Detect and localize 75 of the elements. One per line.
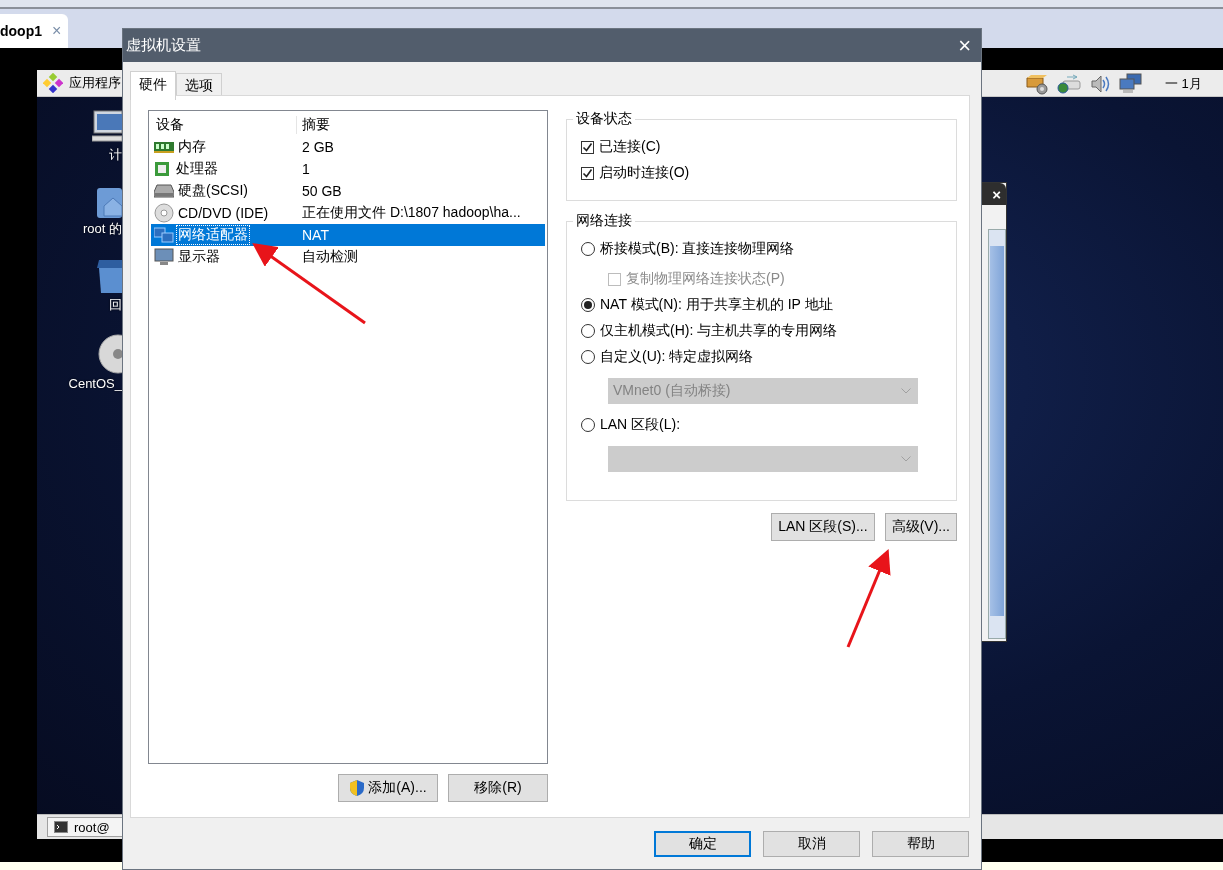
group-title: 网络连接 [573, 212, 635, 230]
tab[interactable]: 硬件 [130, 71, 176, 100]
table-row[interactable]: CD/DVD (IDE) 正在使用文件 D:\1807 hadoop\ha... [151, 202, 545, 224]
desktop-icon-label: 计 [109, 146, 122, 164]
chevron-down-icon [901, 456, 911, 462]
clock[interactable]: 一 1月 [1165, 75, 1202, 93]
button[interactable]: 确定 [654, 831, 751, 857]
check-icon [582, 167, 593, 179]
shield-icon [349, 779, 366, 797]
computer-icon[interactable] [92, 110, 122, 144]
network-globe-icon[interactable] [1057, 73, 1081, 95]
desktop-icon-label: CentOS_ [68, 376, 122, 391]
button[interactable]: LAN 区段(S)... [771, 513, 875, 541]
radio-button[interactable] [581, 324, 595, 338]
button[interactable]: 移除(R) [448, 774, 548, 802]
speaker-icon[interactable] [1089, 73, 1111, 95]
monitor-icon [154, 248, 174, 266]
network-computers-icon[interactable] [1119, 73, 1143, 95]
table-cell-text: 2 GB [301, 139, 334, 155]
table-cell-text: 1 [301, 161, 310, 177]
table-cell-text: NAT [301, 227, 329, 243]
table-cell-text: 正在使用文件 D:\1807 hadoop\ha... [301, 204, 521, 222]
radio-button[interactable] [581, 350, 595, 364]
option-label: 启动时连接(O) [599, 164, 690, 182]
table-cell-text: 50 GB [301, 183, 342, 199]
option-label: NAT 模式(N): 用于共享主机的 IP 地址 [600, 296, 833, 314]
terminal-icon [54, 821, 68, 833]
table-row[interactable]: 内存 2 GB [151, 136, 545, 158]
applications-menu[interactable]: 应用程序 [69, 74, 121, 92]
checkbox[interactable] [581, 140, 594, 154]
checkbox[interactable] [581, 166, 594, 180]
package-gear-icon[interactable] [1025, 73, 1049, 95]
button[interactable]: 帮助 [872, 831, 969, 857]
option-label: LAN 区段(L): [600, 416, 681, 434]
option-label: 桥接模式(B): 直接连接物理网络 [600, 240, 795, 258]
column-header[interactable]: 摘要 [297, 115, 330, 134]
chevron-down-icon [901, 388, 911, 394]
radio-button[interactable] [581, 242, 595, 256]
table-row[interactable]: 处理器 1 [151, 158, 545, 180]
check-icon [582, 141, 593, 153]
option-label: 已连接(C) [599, 138, 661, 156]
vm-tab[interactable]: doop1 × [0, 14, 68, 48]
button[interactable]: 高级(V)... [884, 513, 957, 541]
scrollbar[interactable] [988, 229, 1006, 639]
table-cell-text: 自动检测 [301, 248, 358, 266]
option-label: 自定义(U): 特定虚拟网络 [600, 348, 754, 366]
tab-close-button[interactable]: × [52, 22, 62, 40]
table-row[interactable]: 硬盘(SCSI) 50 GB [151, 180, 545, 202]
table-row[interactable]: 网络适配器 NAT [151, 224, 545, 246]
table-cell-text: CD/DVD (IDE) [177, 204, 270, 222]
desktop-icon-label: root 的 [83, 220, 122, 238]
table-cell-text: 处理器 [175, 159, 219, 178]
column-header[interactable]: 设备 [151, 115, 297, 134]
radio-button[interactable] [581, 298, 595, 312]
table-cell-text: 显示器 [177, 247, 221, 266]
network-adapter-icon [154, 226, 174, 244]
memory-icon [154, 141, 174, 153]
table-row[interactable]: 显示器 自动检测 [151, 246, 545, 268]
table-cell-text: 内存 [177, 137, 207, 156]
button[interactable]: 添加(A)... [338, 774, 438, 802]
disc-icon [154, 203, 174, 223]
window-title: 虚拟机设置 [126, 36, 201, 55]
chip-icon [154, 161, 172, 177]
button[interactable]: 取消 [763, 831, 860, 857]
close-button[interactable]: × [958, 34, 971, 57]
table-cell: 网络适配器 [176, 225, 250, 245]
tab[interactable]: 选项 [176, 73, 222, 97]
group-title: 设备状态 [573, 110, 635, 128]
trash-icon[interactable] [96, 258, 122, 294]
radio-button[interactable] [581, 418, 595, 432]
option-label: 复制物理网络连接状态(P) [626, 270, 785, 288]
desktop-icon-label: 回 [109, 296, 122, 314]
option-label: 仅主机模式(H): 与主机共享的专用网络 [600, 322, 838, 340]
flower-logo-icon [43, 73, 63, 93]
table-cell-text: 硬盘(SCSI) [177, 181, 249, 200]
